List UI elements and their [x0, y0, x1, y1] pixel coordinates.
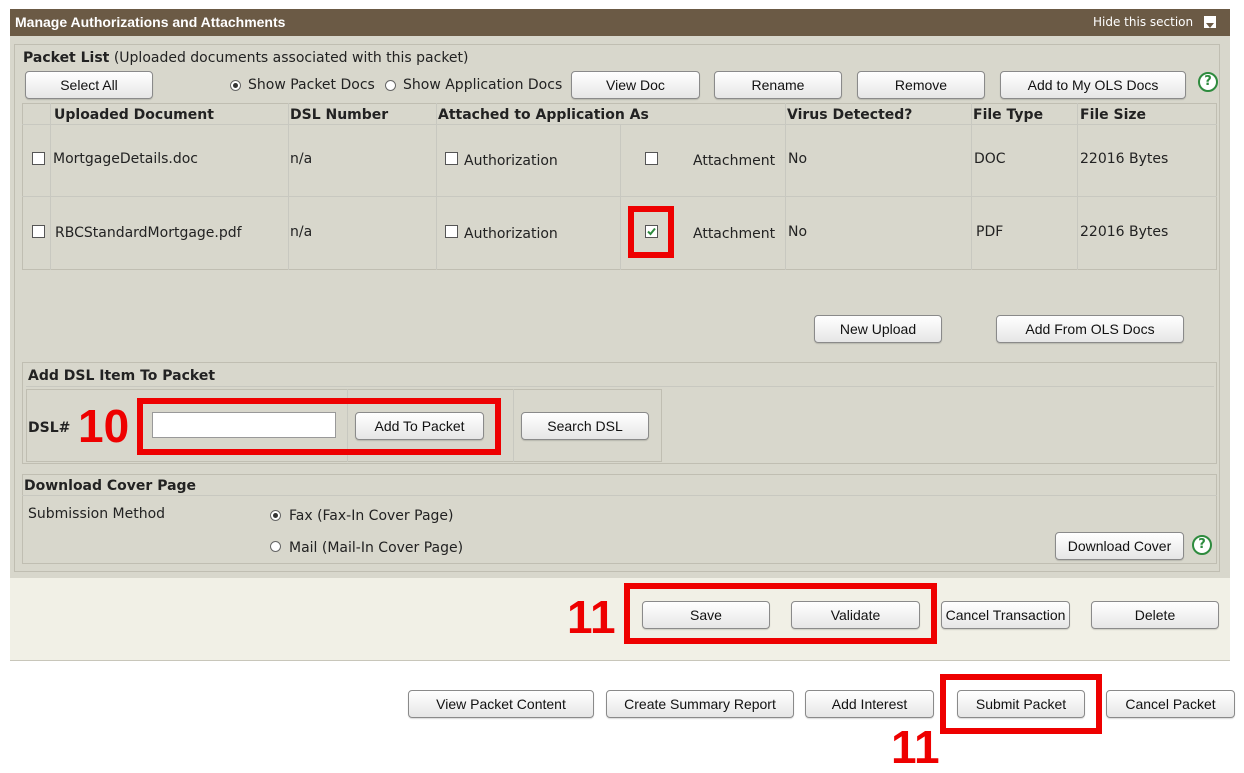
mail-radio[interactable]: [270, 541, 281, 552]
submission-method-label: Submission Method: [28, 506, 166, 522]
col-uploaded-document: Uploaded Document: [54, 107, 214, 123]
file-type: DOC: [974, 151, 1006, 167]
packet-list-heading: Packet List (Uploaded documents associat…: [23, 50, 469, 66]
fax-radio[interactable]: [270, 510, 281, 521]
attachment-label: Attachment: [693, 153, 776, 169]
row-select-checkbox[interactable]: [32, 225, 45, 238]
hide-section-link[interactable]: Hide this section: [1093, 15, 1193, 29]
attachment-label: Attachment: [693, 226, 776, 242]
delete-button[interactable]: Delete: [1091, 601, 1219, 629]
dsl-cell-divider: [513, 389, 514, 462]
show-packet-docs-radio[interactable]: [230, 80, 241, 91]
annotation-label-10: 10: [78, 400, 130, 452]
table-col-divider: [620, 124, 621, 270]
show-packet-docs-label: Show Packet Docs: [248, 77, 375, 93]
col-dsl-number: DSL Number: [290, 107, 389, 123]
section-title: Manage Authorizations and Attachments: [15, 14, 286, 30]
table-col-divider: [971, 103, 972, 270]
attachment-highlight-box: [628, 206, 674, 258]
dsl-section-title: Add DSL Item To Packet: [28, 368, 216, 384]
file-size: 22016 Bytes: [1080, 224, 1169, 240]
cancel-packet-button[interactable]: Cancel Packet: [1106, 690, 1235, 718]
view-packet-content-button[interactable]: View Packet Content: [408, 690, 594, 718]
dsl-number: n/a: [290, 224, 313, 240]
view-doc-button[interactable]: View Doc: [571, 71, 700, 99]
table-col-divider: [436, 103, 437, 270]
authorization-label: Authorization: [464, 153, 558, 169]
file-size: 22016 Bytes: [1080, 151, 1169, 167]
create-summary-report-button[interactable]: Create Summary Report: [606, 690, 794, 718]
packet-list-title: Packet List: [23, 50, 110, 66]
cover-section-title: Download Cover Page: [24, 478, 197, 494]
document-name: RBCStandardMortgage.pdf: [55, 225, 242, 241]
col-virus-detected: Virus Detected?: [787, 107, 913, 123]
select-all-button[interactable]: Select All: [25, 71, 153, 99]
add-to-my-ols-docs-button[interactable]: Add to My OLS Docs: [1000, 71, 1186, 99]
cover-section: [22, 474, 1217, 564]
search-dsl-button[interactable]: Search DSL: [521, 412, 649, 440]
help-icon[interactable]: ?: [1198, 72, 1218, 92]
dsl-label: DSL#: [28, 420, 71, 436]
table-col-divider: [785, 103, 786, 270]
authorization-checkbox[interactable]: [445, 225, 458, 238]
virus-detected: No: [788, 151, 808, 167]
attachment-checkbox[interactable]: [645, 152, 658, 165]
packet-list-subtitle: (Uploaded documents associated with this…: [113, 50, 469, 66]
dsl-number: n/a: [290, 151, 313, 167]
document-name: MortgageDetails.doc: [53, 151, 198, 167]
save-validate-highlight-box: [624, 583, 937, 644]
new-upload-button[interactable]: New Upload: [814, 315, 942, 343]
mail-label: Mail (Mail-In Cover Page): [289, 540, 464, 556]
chevron-down-icon[interactable]: [1204, 16, 1216, 28]
file-type: PDF: [976, 224, 1004, 240]
virus-detected: No: [788, 224, 808, 240]
annotation-label-11: 11: [891, 721, 940, 773]
col-file-size: File Size: [1080, 107, 1147, 123]
help-icon[interactable]: ?: [1192, 535, 1212, 555]
authorization-label: Authorization: [464, 226, 558, 242]
fax-label: Fax (Fax-In Cover Page): [289, 508, 454, 524]
annotation-label-11: 11: [567, 591, 616, 643]
table-col-divider: [50, 103, 51, 270]
dsl-header-divider: [26, 386, 1214, 387]
add-from-ols-docs-button[interactable]: Add From OLS Docs: [996, 315, 1184, 343]
rename-button[interactable]: Rename: [714, 71, 842, 99]
col-file-type: File Type: [973, 107, 1044, 123]
table-col-divider: [1077, 103, 1078, 270]
cancel-transaction-button[interactable]: Cancel Transaction: [941, 601, 1070, 629]
dsl-highlight-box: [137, 398, 501, 455]
remove-button[interactable]: Remove: [857, 71, 985, 99]
row-select-checkbox[interactable]: [32, 152, 45, 165]
table-col-divider: [288, 103, 289, 270]
submit-packet-highlight-box: [940, 674, 1102, 734]
cover-header-divider: [22, 495, 1217, 496]
show-application-docs-radio[interactable]: [385, 80, 396, 91]
show-application-docs-label: Show Application Docs: [403, 77, 563, 93]
add-interest-button[interactable]: Add Interest: [805, 690, 934, 718]
download-cover-button[interactable]: Download Cover: [1055, 532, 1184, 560]
col-attached-as: Attached to Application As: [438, 107, 649, 123]
authorization-checkbox[interactable]: [445, 152, 458, 165]
